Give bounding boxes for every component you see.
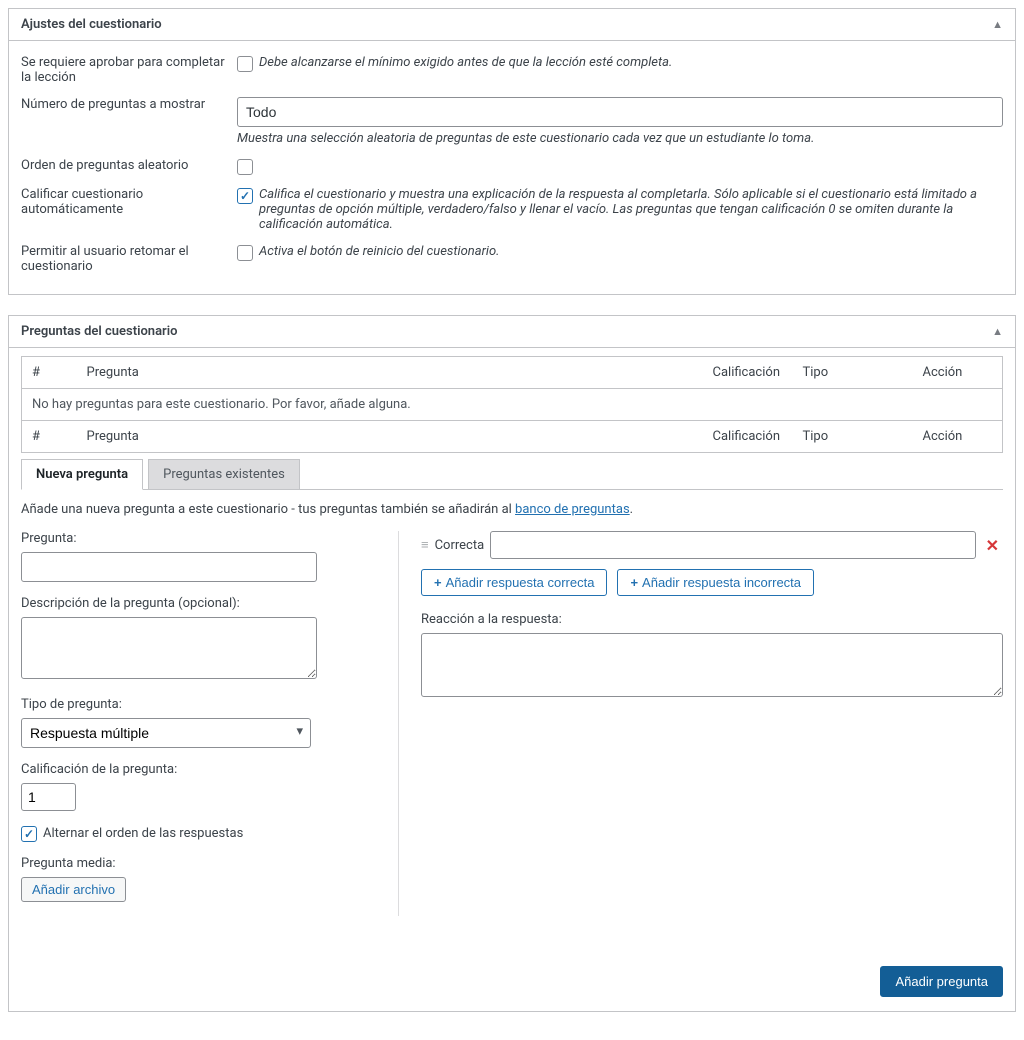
- answer-feedback-label: Reacción a la respuesta:: [421, 612, 1003, 627]
- col-type: Tipo: [793, 421, 913, 453]
- col-action: Acción: [913, 357, 1003, 389]
- answer-feedback-textarea[interactable]: [421, 633, 1003, 697]
- settings-panel-body: Se requiere aprobar para completar la le…: [9, 41, 1015, 294]
- autograde-label: Calificar cuestionario automáticamente: [21, 187, 237, 232]
- tab-new-question[interactable]: Nueva pregunta: [21, 459, 143, 490]
- col-type: Tipo: [793, 357, 913, 389]
- tab-existing-questions[interactable]: Preguntas existentes: [148, 459, 300, 490]
- col-grade: Calificación: [703, 421, 793, 453]
- allow-reset-checkbox[interactable]: [237, 245, 253, 261]
- num-questions-help: Muestra una selección aleatoria de pregu…: [237, 131, 1003, 146]
- plus-icon: +: [630, 575, 638, 590]
- questions-panel-header[interactable]: Preguntas del cuestionario ▲: [9, 316, 1015, 348]
- questions-panel-title: Preguntas del cuestionario: [21, 324, 177, 339]
- questions-panel: Preguntas del cuestionario ▲ # Pregunta …: [8, 315, 1016, 1012]
- col-grade: Calificación: [703, 357, 793, 389]
- question-form-right: ≡ Correcta ✕ +Añadir respuesta correcta …: [399, 531, 1003, 916]
- answer-row-correct: ≡ Correcta ✕: [421, 531, 1003, 559]
- col-question: Pregunta: [77, 421, 703, 453]
- col-action: Acción: [913, 421, 1003, 453]
- new-question-hint: Añade una nueva pregunta a este cuestion…: [21, 502, 1003, 517]
- pass-required-help: Debe alcanzarse el mínimo exigido antes …: [259, 55, 672, 70]
- add-incorrect-answer-button[interactable]: +Añadir respuesta incorrecta: [617, 569, 814, 596]
- plus-icon: +: [434, 575, 442, 590]
- question-text-input[interactable]: [21, 552, 317, 582]
- answer-correct-label: Correcta: [435, 538, 485, 553]
- answer-correct-input[interactable]: [490, 531, 975, 559]
- random-order-label: Orden de preguntas aleatorio: [21, 158, 237, 175]
- question-type-select[interactable]: Respuesta múltiple: [21, 718, 311, 748]
- settings-panel-title: Ajustes del cuestionario: [21, 17, 162, 32]
- question-grade-input[interactable]: [21, 783, 76, 811]
- settings-panel-header[interactable]: Ajustes del cuestionario ▲: [9, 9, 1015, 41]
- table-row-empty: No hay preguntas para este cuestionario.…: [22, 389, 1003, 421]
- questions-table: # Pregunta Calificación Tipo Acción No h…: [21, 356, 1003, 453]
- autograde-checkbox[interactable]: [237, 188, 253, 204]
- drag-handle-icon[interactable]: ≡: [421, 539, 429, 552]
- question-type-label: Tipo de pregunta:: [21, 697, 382, 712]
- shuffle-answers-checkbox[interactable]: [21, 826, 37, 842]
- settings-panel: Ajustes del cuestionario ▲ Se requiere a…: [8, 8, 1016, 295]
- tab-content-new: Añade una nueva pregunta a este cuestion…: [21, 490, 1003, 997]
- collapse-icon[interactable]: ▲: [992, 325, 1003, 338]
- allow-reset-label: Permitir al usuario retomar el cuestiona…: [21, 244, 237, 274]
- num-questions-label: Número de preguntas a mostrar: [21, 97, 237, 146]
- pass-required-label: Se requiere aprobar para completar la le…: [21, 55, 237, 85]
- question-tabs: Nueva pregunta Preguntas existentes: [21, 459, 1003, 490]
- empty-message: No hay preguntas para este cuestionario.…: [22, 389, 1003, 421]
- questions-panel-body: # Pregunta Calificación Tipo Acción No h…: [9, 348, 1015, 1011]
- question-text-label: Pregunta:: [21, 531, 382, 546]
- col-number: #: [22, 357, 77, 389]
- add-correct-answer-button[interactable]: +Añadir respuesta correcta: [421, 569, 607, 596]
- question-bank-link[interactable]: banco de preguntas: [515, 502, 630, 517]
- autograde-help: Califica el cuestionario y muestra una e…: [259, 187, 1003, 232]
- col-question: Pregunta: [77, 357, 703, 389]
- shuffle-answers-label: Alternar el orden de las respuestas: [43, 826, 243, 841]
- add-file-button[interactable]: Añadir archivo: [21, 877, 126, 902]
- question-desc-label: Descripción de la pregunta (opcional):: [21, 596, 382, 611]
- allow-reset-help: Activa el botón de reinicio del cuestion…: [259, 244, 499, 259]
- question-form-left: Pregunta: Descripción de la pregunta (op…: [21, 531, 399, 916]
- pass-required-checkbox[interactable]: [237, 56, 253, 72]
- add-question-button[interactable]: Añadir pregunta: [880, 966, 1003, 997]
- question-grade-label: Calificación de la pregunta:: [21, 762, 382, 777]
- col-number: #: [22, 421, 77, 453]
- question-media-label: Pregunta media:: [21, 856, 382, 871]
- delete-answer-icon[interactable]: ✕: [982, 536, 1003, 555]
- collapse-icon[interactable]: ▲: [992, 18, 1003, 31]
- question-desc-textarea[interactable]: [21, 617, 317, 679]
- random-order-checkbox[interactable]: [237, 159, 253, 175]
- num-questions-input[interactable]: [237, 97, 1003, 127]
